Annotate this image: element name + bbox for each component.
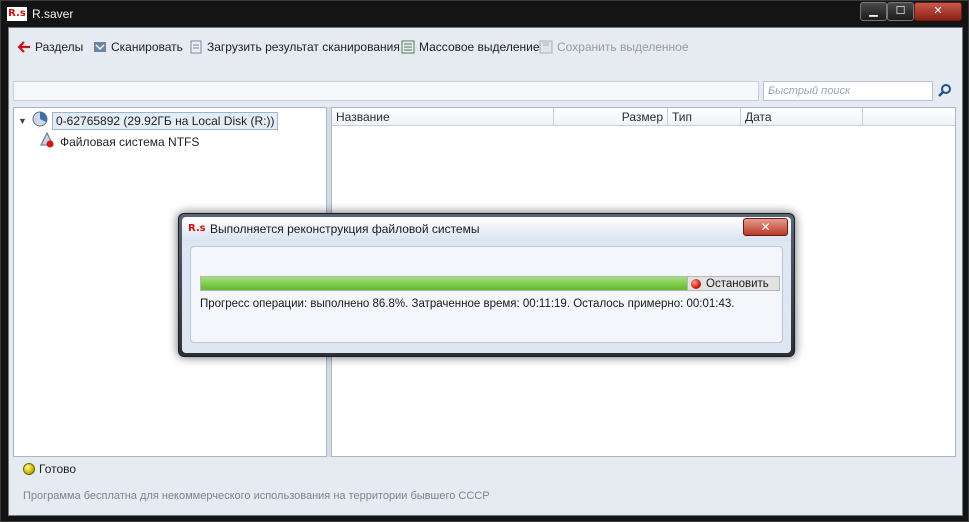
path-bar[interactable]	[13, 81, 759, 101]
load-file-icon	[189, 40, 203, 54]
partitions-label: Разделы	[35, 40, 84, 54]
column-type[interactable]: Тип	[668, 108, 741, 126]
dialog-title-bar[interactable]: R.s Выполняется реконструкция файловой с…	[182, 217, 791, 241]
disk-icon	[32, 111, 48, 130]
maximize-button[interactable]: ☐	[887, 2, 914, 21]
title-bar[interactable]: R.s R.saver ▁ ☐ ✕	[1, 1, 968, 27]
stop-button[interactable]: Остановить	[687, 276, 780, 291]
app-logo: R.s	[7, 7, 27, 21]
mass-select-label: Массовое выделение	[419, 40, 540, 54]
column-date[interactable]: Дата	[741, 108, 863, 126]
close-button[interactable]: ✕	[914, 2, 962, 21]
dialog-title: Выполняется реконструкция файловой систе…	[210, 222, 480, 236]
minimize-button[interactable]: ▁	[860, 2, 887, 21]
progress-status-text: Прогресс операции: выполнено 86.8%. Затр…	[200, 298, 735, 310]
progress-dialog: R.s Выполняется реконструкция файловой с…	[178, 213, 795, 357]
load-scan-button[interactable]: Загрузить результат сканирования	[189, 40, 400, 54]
progress-bar-fill	[201, 277, 703, 290]
file-list-header: Название Размер Тип Дата	[332, 108, 955, 126]
search-input[interactable]	[763, 81, 933, 101]
dialog-logo: R.s	[188, 223, 206, 234]
disk-label: 0-62765892 (29.92ГБ на Local Disk (R:))	[52, 111, 279, 130]
tree-item-disk[interactable]: ▼ 0-62765892 (29.92ГБ на Local Disk (R:)…	[18, 111, 279, 130]
dialog-content-panel: Остановить Прогресс операции: выполнено …	[190, 246, 783, 343]
load-scan-label: Загрузить результат сканирования	[207, 40, 400, 54]
scan-label: Сканировать	[111, 40, 183, 54]
filesystem-icon	[38, 131, 56, 152]
dialog-body: Остановить Прогресс операции: выполнено …	[182, 241, 791, 353]
partitions-button[interactable]: Разделы	[17, 40, 83, 54]
dialog-close-button[interactable]: ✕	[743, 218, 788, 236]
filesystem-label: Файловая система NTFS	[60, 134, 200, 149]
toolbar: Разделы Сканировать Загрузить результат …	[9, 36, 962, 62]
column-name[interactable]: Название	[332, 108, 554, 126]
mass-select-button[interactable]: Массовое выделение	[401, 40, 540, 54]
column-size[interactable]: Размер	[554, 108, 668, 126]
window-title: R.saver	[32, 7, 74, 21]
mass-select-icon	[401, 40, 415, 54]
status-bar: Готово	[13, 459, 956, 481]
scan-button[interactable]: Сканировать	[93, 40, 183, 54]
save-icon	[539, 40, 553, 54]
license-notice: Программа бесплатна для некоммерческого …	[23, 490, 490, 502]
stop-label: Остановить	[706, 277, 769, 290]
expand-toggle-icon[interactable]: ▼	[18, 116, 28, 126]
save-selected-label: Сохранить выделенное	[557, 40, 689, 54]
search-icon[interactable]	[937, 83, 953, 99]
status-indicator-icon	[23, 463, 35, 475]
tree-item-filesystem[interactable]: Файловая система NTFS	[38, 131, 199, 152]
stop-icon	[691, 278, 701, 289]
scan-icon	[93, 40, 107, 54]
save-selected-button[interactable]: Сохранить выделенное	[539, 40, 689, 54]
status-text: Готово	[39, 462, 77, 476]
back-arrow-icon	[17, 40, 31, 54]
